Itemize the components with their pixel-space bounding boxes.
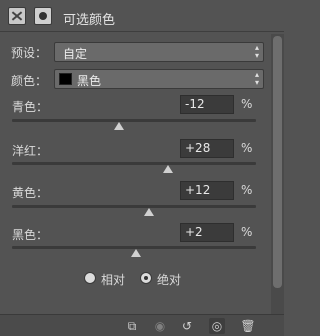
yellow-label: 黄色： bbox=[12, 186, 49, 200]
cyan-label: 青色： bbox=[12, 100, 49, 114]
dropdown-arrows-icon: ▴ ▾ bbox=[254, 43, 259, 60]
cyan-input[interactable]: -12 bbox=[180, 95, 234, 114]
clip-to-layer-icon[interactable]: ⧉ bbox=[124, 318, 140, 334]
magenta-input[interactable]: +28 bbox=[180, 139, 234, 158]
color-swatch bbox=[59, 73, 72, 85]
colors-dropdown[interactable]: 黑色 ▴ ▾ bbox=[54, 69, 264, 89]
colors-value: 黑色 bbox=[77, 74, 102, 88]
header-divider bbox=[0, 31, 284, 32]
relative-label[interactable]: 相对 bbox=[101, 271, 125, 288]
cyan-percent: % bbox=[241, 97, 253, 111]
preset-dropdown[interactable]: 自定 ▴ ▾ bbox=[54, 42, 264, 62]
trash-icon[interactable]: 🗑 bbox=[240, 318, 256, 334]
black-input[interactable]: +2 bbox=[180, 223, 234, 242]
properties-panel: 可选颜色 预设： 自定 ▴ ▾ 颜色： 黑色 ▴ ▾ 青色： -12 % 洋红： +… bbox=[0, 0, 284, 336]
preset-label: 预设： bbox=[11, 46, 48, 60]
colors-label: 颜色： bbox=[11, 74, 48, 88]
black-label: 黑色： bbox=[12, 228, 49, 242]
panel-title: 可选颜色 bbox=[63, 13, 116, 28]
magenta-percent: % bbox=[241, 141, 253, 155]
yellow-slider-track[interactable] bbox=[12, 205, 256, 208]
yellow-slider-thumb[interactable] bbox=[144, 208, 154, 216]
magenta-slider-thumb[interactable] bbox=[163, 165, 173, 173]
panel-header: 可选颜色 bbox=[0, 0, 284, 32]
black-slider-thumb[interactable] bbox=[131, 249, 141, 257]
scrollbar-thumb[interactable] bbox=[273, 36, 282, 288]
magenta-label: 洋红： bbox=[12, 144, 49, 158]
cyan-slider-thumb[interactable] bbox=[114, 122, 124, 130]
magenta-slider-track[interactable] bbox=[12, 162, 256, 165]
cyan-slider-track[interactable] bbox=[12, 119, 256, 122]
panel-footer: ⧉ ◉ ↺ ◎ 🗑 bbox=[0, 314, 284, 336]
relative-radio[interactable] bbox=[84, 272, 96, 284]
adjustment-icon[interactable] bbox=[8, 7, 26, 25]
yellow-input[interactable]: +12 bbox=[180, 181, 234, 200]
absolute-label[interactable]: 绝对 bbox=[157, 271, 181, 288]
dropdown-arrows-icon: ▴ ▾ bbox=[254, 70, 259, 87]
reset-icon[interactable]: ↺ bbox=[179, 318, 195, 334]
visibility-eye-icon[interactable]: ◎ bbox=[209, 318, 225, 334]
absolute-radio[interactable] bbox=[140, 272, 152, 284]
view-previous-icon[interactable]: ◉ bbox=[152, 318, 168, 334]
yellow-percent: % bbox=[241, 183, 253, 197]
preset-value: 自定 bbox=[63, 47, 88, 61]
black-percent: % bbox=[241, 225, 253, 239]
mask-icon[interactable] bbox=[34, 7, 52, 25]
